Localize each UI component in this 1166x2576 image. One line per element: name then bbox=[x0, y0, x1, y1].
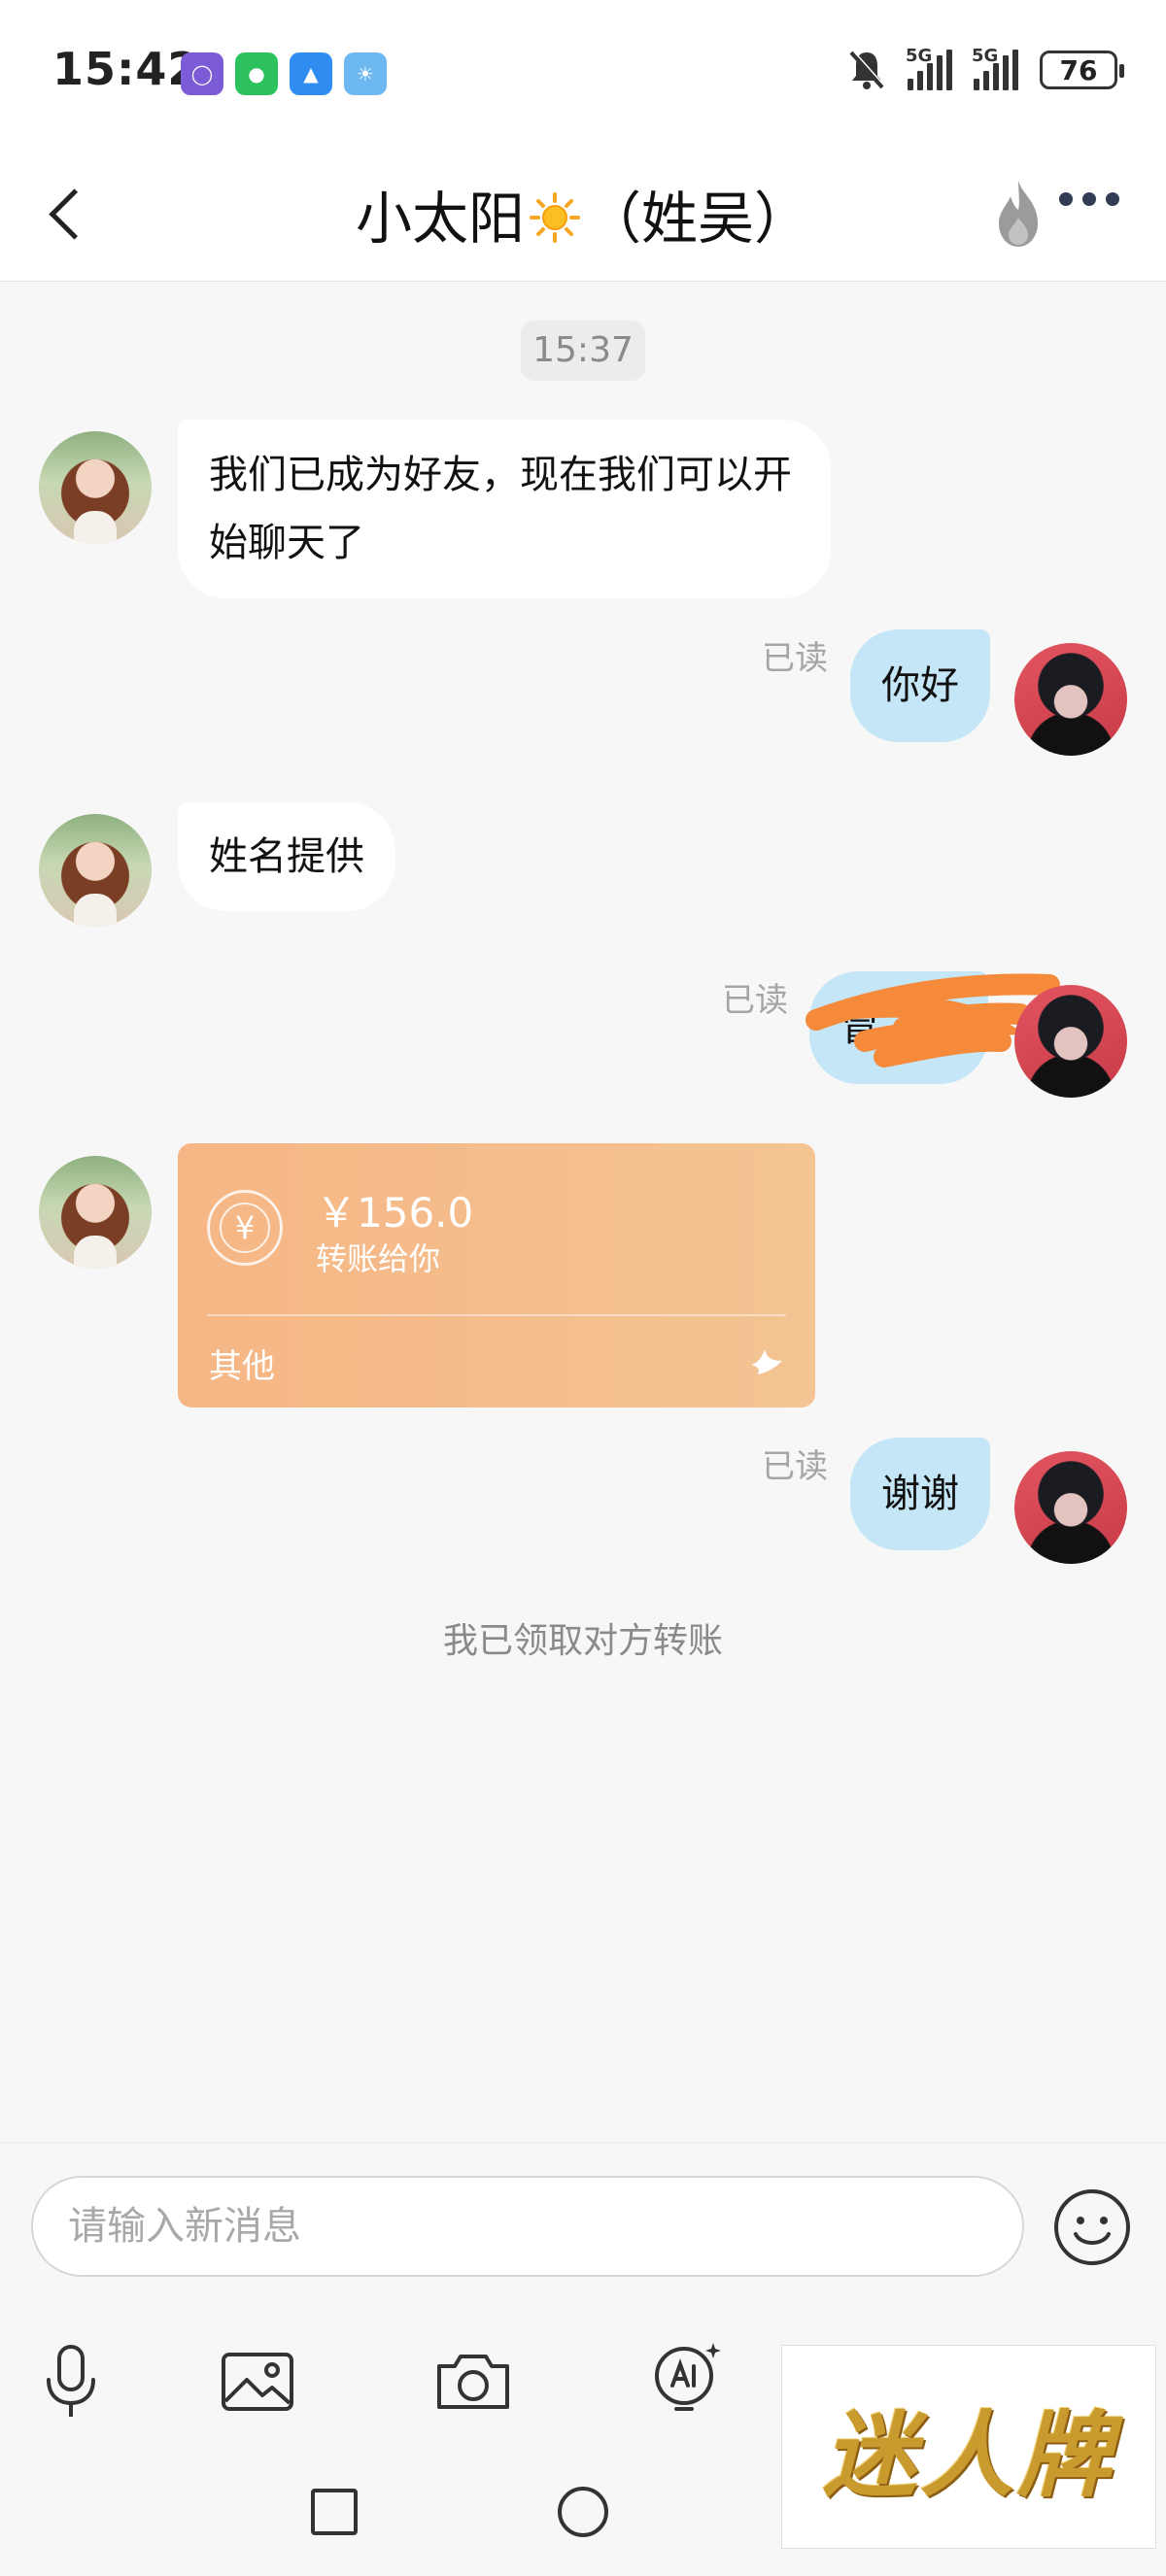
wechat-icon: ● bbox=[235, 52, 278, 95]
camera-icon[interactable] bbox=[429, 2337, 517, 2424]
message-input[interactable]: 请输入新消息 bbox=[31, 2176, 1024, 2277]
flame-icon[interactable] bbox=[989, 175, 1047, 253]
chat-header: 小太阳 （姓吴） bbox=[0, 146, 1166, 282]
status-app-icons: ◯ ● ▲ ☀ bbox=[181, 52, 387, 95]
contact-surname-note: （姓吴） bbox=[585, 186, 811, 252]
chat-screen: 15:42 ◯ ● ▲ ☀ 5G 5G 76 小太阳 （姓吴） 15:37 我们… bbox=[0, 0, 1166, 2576]
brand-watermark: 迷人牌 bbox=[781, 2345, 1156, 2549]
status-time: 15:42 bbox=[52, 43, 200, 95]
bird-logo-icon bbox=[751, 1349, 782, 1374]
signal-strength-1: 5G bbox=[906, 46, 952, 90]
chat-timestamp: 15:37 bbox=[521, 321, 645, 381]
read-receipt: 已读 bbox=[762, 1447, 828, 1486]
message-text: 你好 bbox=[881, 663, 959, 708]
shield-app-icon: ◯ bbox=[181, 52, 223, 95]
contact-avatar[interactable] bbox=[39, 814, 152, 927]
my-avatar[interactable] bbox=[1014, 1451, 1127, 1564]
money-transfer-card[interactable]: ¥ ￥156.0 转账给你 其他 bbox=[178, 1143, 815, 1407]
yuan-transfer-icon: ¥ bbox=[207, 1190, 283, 1266]
image-icon[interactable] bbox=[214, 2337, 301, 2424]
status-indicators: 5G 5G 76 bbox=[847, 46, 1124, 91]
incoming-message-bubble[interactable]: 我们已成为好友，现在我们可以开始聊天了 bbox=[178, 420, 831, 598]
home-button[interactable] bbox=[558, 2487, 608, 2537]
message-text: 姓名提供 bbox=[209, 834, 364, 879]
transfer-label: 其他 bbox=[209, 1347, 275, 1386]
transfer-subtitle: 转账给你 bbox=[316, 1240, 441, 1277]
status-bar: 15:42 ◯ ● ▲ ☀ 5G 5G 76 bbox=[0, 0, 1166, 146]
read-receipt: 已读 bbox=[762, 639, 828, 678]
watermark-text: 迷人牌 bbox=[823, 2399, 1115, 2510]
battery-indicator: 76 bbox=[1040, 51, 1124, 89]
microphone-icon[interactable] bbox=[27, 2337, 115, 2424]
app-market-icon: ▲ bbox=[290, 52, 332, 95]
transfer-received-notice: 我已领取对方转账 bbox=[442, 1621, 723, 1661]
ai-assistant-icon[interactable] bbox=[643, 2337, 731, 2424]
read-receipt: 已读 bbox=[722, 981, 788, 1020]
contact-avatar[interactable] bbox=[39, 431, 152, 544]
signal-strength-2: 5G bbox=[972, 46, 1018, 90]
outgoing-message-bubble[interactable]: 谢谢 bbox=[850, 1438, 990, 1550]
recent-apps-button[interactable] bbox=[311, 2489, 358, 2535]
more-options-icon[interactable] bbox=[1059, 192, 1119, 206]
weather-icon: ☀ bbox=[344, 52, 387, 95]
message-text: 我们已成为好友，现在我们可以开始聊天了 bbox=[209, 453, 792, 565]
emoji-icon[interactable] bbox=[1052, 2187, 1132, 2267]
contact-avatar[interactable] bbox=[39, 1156, 152, 1269]
outgoing-message-bubble[interactable]: 你好 bbox=[850, 629, 990, 742]
incoming-message-bubble[interactable]: 姓名提供 bbox=[178, 802, 395, 911]
contact-name: 小太阳 bbox=[355, 186, 525, 252]
mute-bell-icon bbox=[849, 51, 886, 89]
message-text: 谢谢 bbox=[881, 1472, 959, 1516]
transfer-divider bbox=[207, 1314, 786, 1316]
transfer-amount: ￥156.0 bbox=[316, 1189, 474, 1237]
sun-emoji-icon bbox=[530, 192, 580, 243]
my-avatar[interactable] bbox=[1014, 643, 1127, 756]
my-avatar[interactable] bbox=[1014, 985, 1127, 1098]
